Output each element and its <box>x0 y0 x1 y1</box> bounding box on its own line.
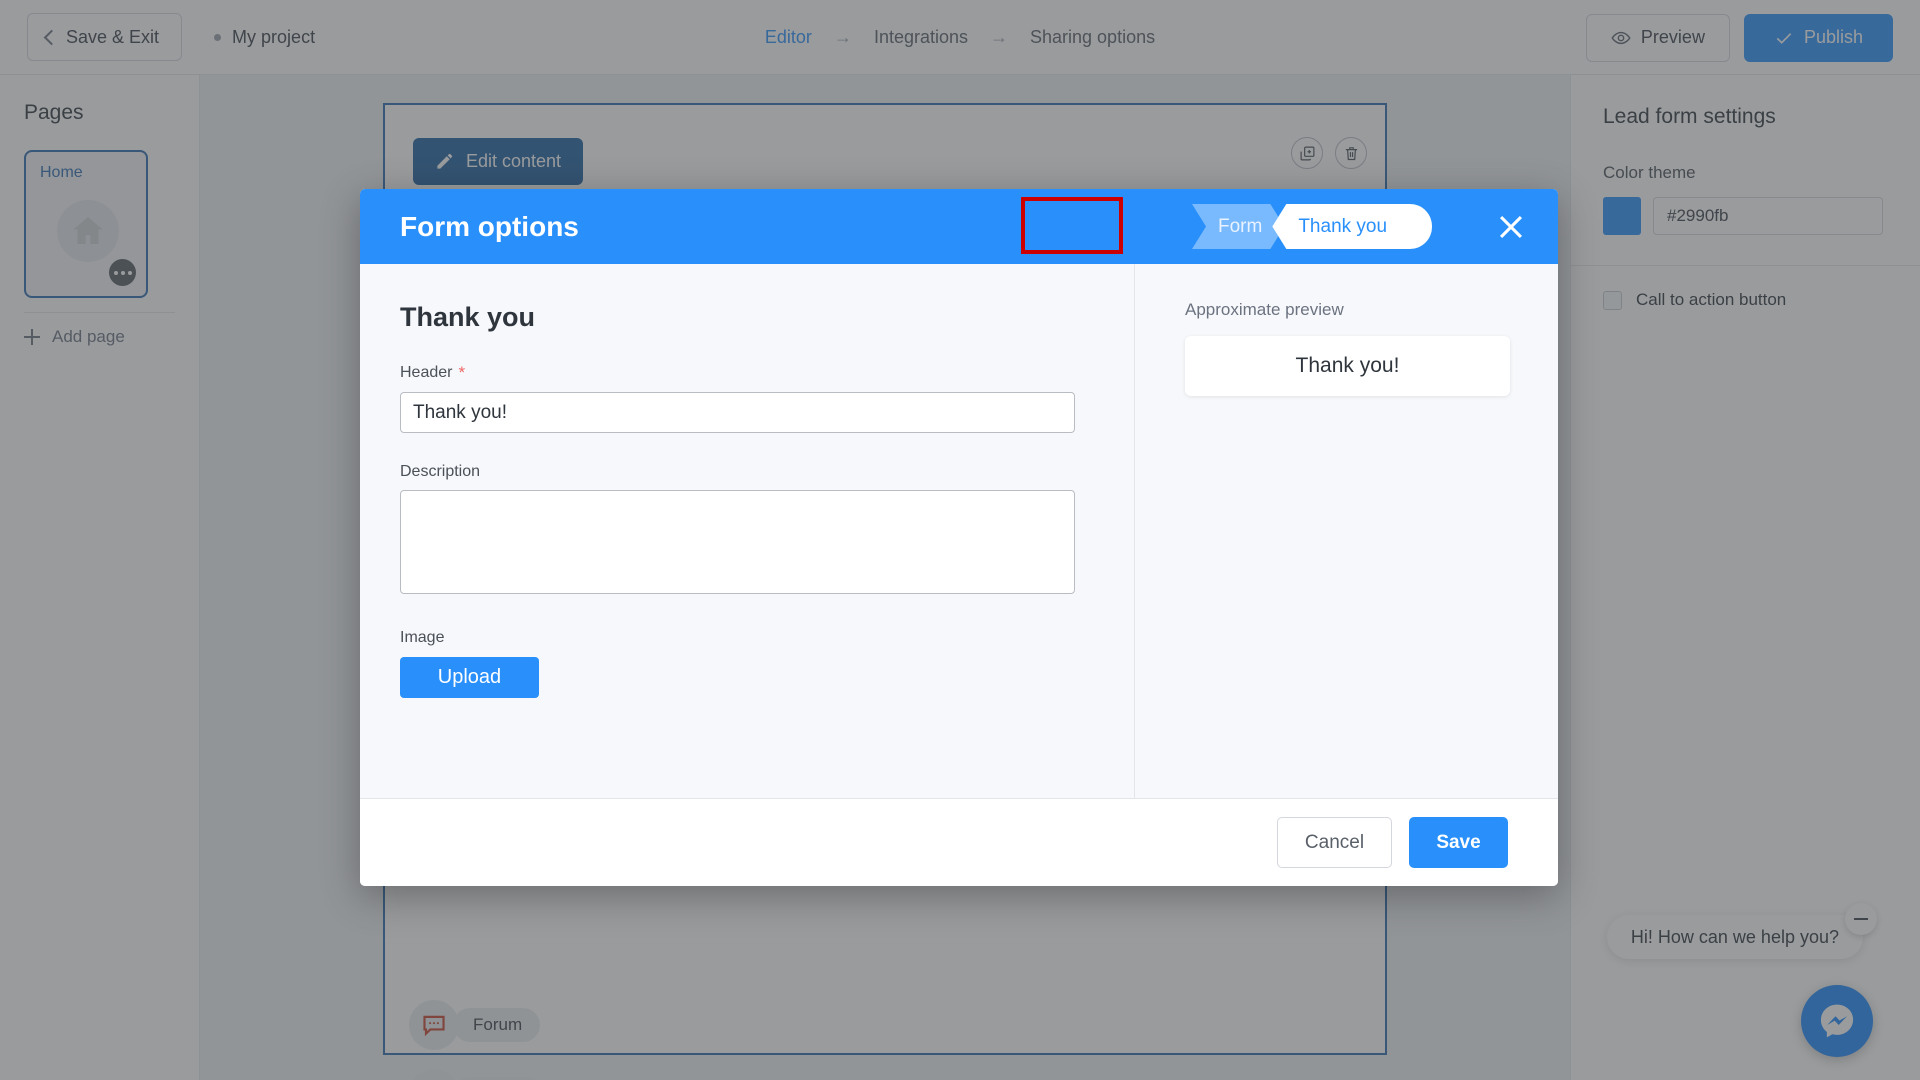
modal-body: Thank you Header * Description Image Upl… <box>360 264 1558 798</box>
section-heading: Thank you <box>400 302 536 332</box>
tab-thank-you[interactable]: Thank you <box>1272 204 1406 249</box>
header-label-text: Header <box>400 364 453 381</box>
tab-thank-you-wrap: Thank you <box>1272 204 1433 249</box>
save-button[interactable]: Save <box>1409 817 1508 868</box>
modal-step-tabs: Form Thank you <box>1192 189 1433 264</box>
tab-form[interactable]: Form <box>1192 204 1284 249</box>
header-input[interactable] <box>400 392 1075 433</box>
description-field-label: Description <box>400 463 1134 481</box>
description-label-text: Description <box>400 463 481 480</box>
form-options-modal: Form options Form Thank you Thank you He… <box>360 189 1558 886</box>
preview-label: Approximate preview <box>1185 300 1344 319</box>
cancel-button[interactable]: Cancel <box>1277 817 1392 868</box>
required-asterisk: * <box>458 363 466 382</box>
preview-card-text: Thank you! <box>1295 354 1400 377</box>
close-icon[interactable] <box>1494 210 1528 244</box>
description-textarea[interactable] <box>400 490 1075 594</box>
upload-button[interactable]: Upload <box>400 657 539 698</box>
app-root: Save & Exit My project Editor → Integrat… <box>0 0 1920 1080</box>
modal-title: Form options <box>400 210 579 242</box>
modal-footer: Cancel Save <box>360 798 1558 886</box>
header-field-label: Header * <box>400 363 1134 383</box>
preview-card: Thank you! <box>1185 336 1510 396</box>
tab-thank-you-label: Thank you <box>1298 215 1388 237</box>
image-label-text: Image <box>400 629 445 646</box>
tab-thank-you-cap <box>1404 204 1433 249</box>
thank-you-form-column: Thank you Header * Description Image Upl… <box>360 264 1135 798</box>
modal-header: Form options Form Thank you <box>360 189 1558 264</box>
tab-form-label: Form <box>1218 215 1263 237</box>
preview-column: Approximate preview Thank you! <box>1135 264 1558 798</box>
image-field-label: Image <box>400 629 1134 647</box>
